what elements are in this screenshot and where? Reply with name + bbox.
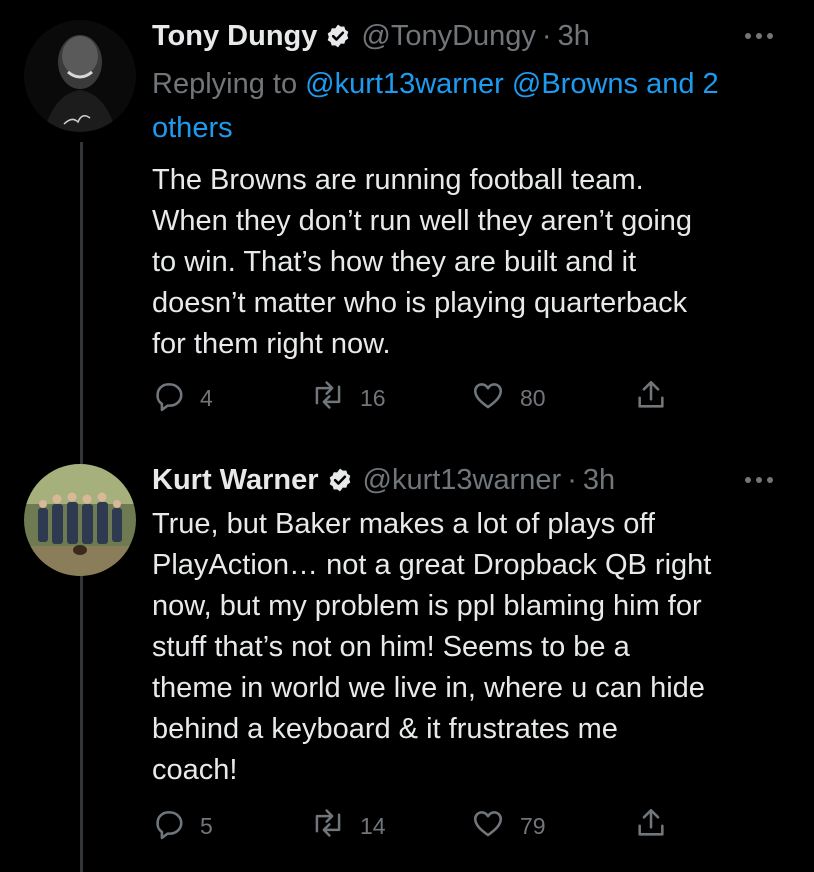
display-name[interactable]: Kurt Warner [152, 464, 319, 497]
display-name[interactable]: Tony Dungy [152, 20, 317, 53]
separator-dot: · [567, 463, 577, 496]
replying-to: Replying to @kurt13warner @Browns and 2 … [152, 62, 792, 150]
tweet-text-line: coach! [152, 754, 238, 786]
heart-icon [470, 806, 506, 846]
more-options-icon[interactable] [744, 460, 774, 500]
tweet-actions: 4 16 80 [152, 378, 712, 418]
timestamp[interactable]: 3h [583, 464, 615, 497]
tweet-text: The Browns are running football team. Wh… [152, 160, 792, 365]
tweet-text: True, but Baker makes a lot of plays off… [152, 504, 792, 791]
reply-mentions-more[interactable]: others [152, 112, 233, 144]
tweet-text-line: to win. That’s how they are built and it [152, 246, 637, 278]
tweet-header: Kurt Warner @kurt13warner · 3h [152, 460, 774, 500]
more-options-icon[interactable] [744, 16, 774, 56]
tweet-tony-dungy[interactable]: Tony Dungy @TonyDungy · 3h Replying to @… [0, 0, 814, 440]
like-button[interactable]: 80 [470, 378, 546, 418]
tweet-text-line: When they don’t run well they aren’t goi… [152, 205, 693, 237]
tweet-text-line: PlayAction… not a great Dropback QB righ… [152, 549, 712, 581]
tweet-text-line: The Browns are running football team. [152, 164, 644, 196]
tweet-actions: 5 14 79 [152, 806, 712, 846]
retweet-count: 14 [360, 812, 386, 839]
retweet-count: 16 [360, 384, 386, 411]
tweet-header: Tony Dungy @TonyDungy · 3h [152, 16, 774, 56]
heart-icon [470, 378, 506, 418]
like-count: 79 [520, 812, 546, 839]
share-icon [634, 377, 668, 419]
reply-count: 5 [200, 812, 213, 839]
share-icon [634, 805, 668, 847]
reply-mentions[interactable]: @kurt13warner @Browns and 2 [305, 68, 719, 100]
timestamp[interactable]: 3h [558, 20, 590, 53]
like-button[interactable]: 79 [470, 806, 546, 846]
reply-icon [152, 806, 186, 846]
separator-dot: · [541, 19, 552, 52]
tweet-text-line: theme in world we live in, where u can h… [152, 672, 705, 704]
tweet-text-line: now, but my problem is ppl blaming him f… [152, 590, 702, 622]
user-handle[interactable]: @kurt13warner [363, 464, 562, 497]
share-button[interactable] [634, 378, 668, 418]
tweet-text-line: for them right now. [152, 328, 391, 360]
share-button[interactable] [634, 806, 668, 846]
retweet-button[interactable]: 16 [310, 378, 386, 418]
tweet-text-line: doesn’t matter who is playing quarterbac… [152, 287, 688, 319]
like-count: 80 [520, 384, 546, 411]
avatar[interactable] [24, 464, 136, 576]
tweet-text-line: behind a keyboard & it frustrates me [152, 713, 618, 745]
retweet-button[interactable]: 14 [310, 806, 386, 846]
verified-badge-icon [325, 23, 351, 49]
reply-button[interactable]: 4 [152, 378, 213, 418]
tweet-kurt-warner[interactable]: Kurt Warner @kurt13warner · 3h True, but… [0, 440, 814, 872]
retweet-icon [310, 378, 346, 418]
tweet-text-line: stuff that’s not on him! Seems to be a [152, 631, 630, 663]
verified-badge-icon [327, 467, 353, 493]
replying-to-label: Replying to [152, 68, 298, 100]
avatar[interactable] [24, 20, 136, 132]
tweet-text-line: True, but Baker makes a lot of plays off [152, 508, 655, 540]
reply-button[interactable]: 5 [152, 806, 213, 846]
retweet-icon [310, 806, 346, 846]
reply-icon [152, 378, 186, 418]
reply-count: 4 [200, 384, 213, 411]
user-handle[interactable]: @TonyDungy [361, 20, 536, 53]
